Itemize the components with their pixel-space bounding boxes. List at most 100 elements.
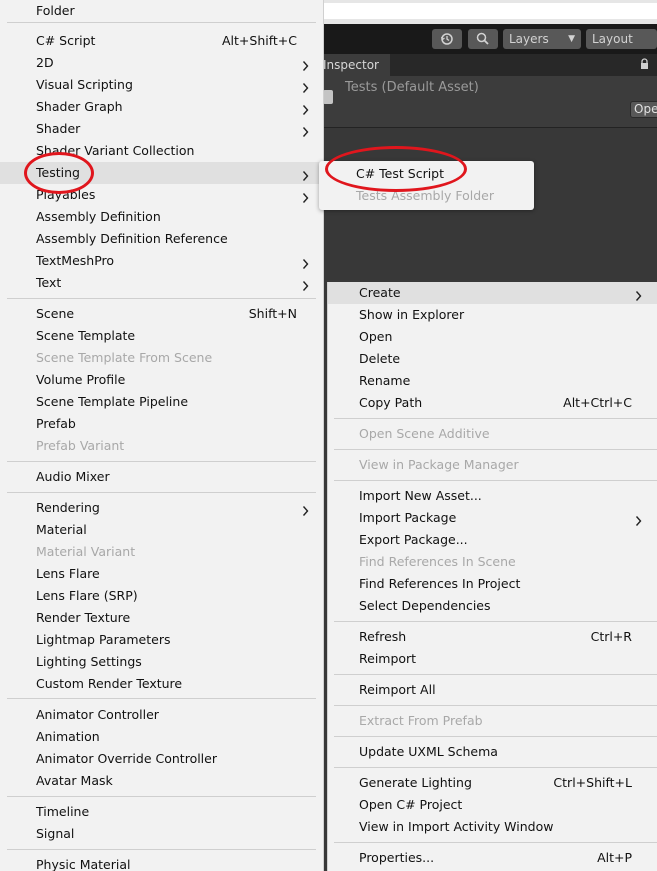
create-menu-item-label: C# Script [36, 33, 96, 48]
context-menu-item-label: View in Package Manager [359, 457, 519, 472]
create-menu-item-label: Lens Flare [36, 566, 100, 581]
create-menu-item-render-texture[interactable]: Render Texture [0, 607, 323, 629]
create-menu-item-assembly-definition-reference[interactable]: Assembly Definition Reference [0, 228, 323, 250]
context-menu-item-open-csharp-project[interactable]: Open C# Project [328, 794, 657, 816]
create-menu-item-2d[interactable]: 2D [0, 52, 323, 74]
context-menu-item-label: Create [359, 285, 401, 300]
create-menu-item-label: Custom Render Texture [36, 676, 183, 691]
create-menu-item-scene[interactable]: Scene Shift+N [0, 303, 323, 325]
context-menu-item-shortcut: Alt+P [597, 850, 632, 865]
chevron-right-icon [302, 79, 309, 93]
testing-submenu: C# Test Script Tests Assembly Folder [319, 161, 534, 210]
create-menu-item-physic-material[interactable]: Physic Material [0, 854, 323, 871]
open-button[interactable]: Ope [630, 101, 657, 118]
context-menu-item-open[interactable]: Open [328, 326, 657, 348]
create-menu-item-csharp-script[interactable]: C# Script Alt+Shift+C [0, 30, 323, 52]
create-menu-item-assembly-definition[interactable]: Assembly Definition [0, 206, 323, 228]
menu-separator [7, 22, 316, 23]
chevron-right-icon [635, 287, 642, 301]
create-menu-item-signal[interactable]: Signal [0, 823, 323, 845]
context-menu-item-properties[interactable]: Properties... Alt+P [328, 847, 657, 869]
create-menu-item-avatar-mask[interactable]: Avatar Mask [0, 770, 323, 792]
create-menu-item-shader-graph[interactable]: Shader Graph [0, 96, 323, 118]
create-menu-item-lighting-settings[interactable]: Lighting Settings [0, 651, 323, 673]
context-menu-item-label: Find References In Scene [359, 554, 516, 569]
context-menu-item-label: View in Import Activity Window [359, 819, 554, 834]
create-menu-item-scene-template-pipeline[interactable]: Scene Template Pipeline [0, 391, 323, 413]
lock-icon[interactable] [640, 58, 649, 70]
context-menu-item-export-package[interactable]: Export Package... [328, 529, 657, 551]
layout-dropdown[interactable]: Layout [586, 29, 657, 49]
create-menu-item-lightmap-parameters[interactable]: Lightmap Parameters [0, 629, 323, 651]
context-menu-item-update-uxml-schema[interactable]: Update UXML Schema [328, 741, 657, 763]
menu-separator [334, 736, 657, 737]
create-menu-item-timeline[interactable]: Timeline [0, 801, 323, 823]
context-menu-item-find-references-in-project[interactable]: Find References In Project [328, 573, 657, 595]
context-menu-item-rename[interactable]: Rename [328, 370, 657, 392]
context-menu-item-show-in-explorer[interactable]: Show in Explorer [328, 304, 657, 326]
context-menu-item-reimport[interactable]: Reimport [328, 648, 657, 670]
context-menu-item-label: Open Scene Additive [359, 426, 490, 441]
menu-separator [334, 621, 657, 622]
create-menu-item-audio-mixer[interactable]: Audio Mixer [0, 466, 323, 488]
context-menu-item-create[interactable]: Create [328, 282, 657, 304]
context-menu-item-refresh[interactable]: Refresh Ctrl+R [328, 626, 657, 648]
context-menu-item-import-package[interactable]: Import Package [328, 507, 657, 529]
create-menu-item-volume-profile[interactable]: Volume Profile [0, 369, 323, 391]
chevron-right-icon [302, 167, 309, 181]
create-menu-item-label: Scene [36, 306, 75, 321]
create-menu-item-label: 2D [36, 55, 54, 70]
chevron-right-icon [302, 57, 309, 71]
create-menu-item-prefab[interactable]: Prefab [0, 413, 323, 435]
create-menu-item-material-variant: Material Variant [0, 541, 323, 563]
history-button[interactable] [432, 29, 462, 49]
create-menu-item-label: Visual Scripting [36, 77, 133, 92]
context-menu-item-shortcut: Ctrl+R [590, 629, 632, 644]
context-menu-item-view-in-import-activity-window[interactable]: View in Import Activity Window [328, 816, 657, 838]
search-button[interactable] [468, 29, 498, 49]
create-menu-item-label: TextMeshPro [36, 253, 115, 268]
create-menu-item-animator-override-controller[interactable]: Animator Override Controller [0, 748, 323, 770]
create-menu-item-label: Shader Variant Collection [36, 143, 195, 158]
context-menu-item-label: Refresh [359, 629, 407, 644]
create-menu-item-rendering[interactable]: Rendering [0, 497, 323, 519]
menu-separator [7, 492, 316, 493]
create-menu-item-material[interactable]: Material [0, 519, 323, 541]
create-menu-item-custom-render-texture[interactable]: Custom Render Texture [0, 673, 323, 695]
create-menu-item-scene-template[interactable]: Scene Template [0, 325, 323, 347]
context-menu-item-shortcut: Alt+Ctrl+C [563, 395, 632, 410]
context-menu-item-copy-path[interactable]: Copy Path Alt+Ctrl+C [328, 392, 657, 414]
context-menu-item-label: Select Dependencies [359, 598, 491, 613]
menu-separator [334, 767, 657, 768]
testing-submenu-item-csharp-test-script[interactable]: C# Test Script [319, 163, 534, 185]
create-menu-item-testing[interactable]: Testing [0, 162, 323, 184]
asset-icon [323, 90, 333, 104]
create-menu-item-playables[interactable]: Playables [0, 184, 323, 206]
create-menu-item-label: Prefab [36, 416, 76, 431]
create-menu-item-shader-variant-collection[interactable]: Shader Variant Collection [0, 140, 323, 162]
context-menu-item-delete[interactable]: Delete [328, 348, 657, 370]
context-menu-item-label: Show in Explorer [359, 307, 465, 322]
create-menu-item-folder[interactable]: Folder [0, 0, 323, 22]
tab-inspector[interactable]: Inspector [320, 54, 390, 76]
chevron-right-icon [302, 189, 309, 203]
create-menu-item-lens-flare-srp[interactable]: Lens Flare (SRP) [0, 585, 323, 607]
create-menu-item-visual-scripting[interactable]: Visual Scripting [0, 74, 323, 96]
context-menu-item-generate-lighting[interactable]: Generate Lighting Ctrl+Shift+L [328, 772, 657, 794]
context-menu-item-select-dependencies[interactable]: Select Dependencies [328, 595, 657, 617]
context-menu-item-view-in-package-manager: View in Package Manager [328, 454, 657, 476]
create-menu-item-text[interactable]: Text [0, 272, 323, 294]
create-menu-item-animator-controller[interactable]: Animator Controller [0, 704, 323, 726]
create-menu-item-textmeshpro[interactable]: TextMeshPro [0, 250, 323, 272]
context-menu-item-import-new-asset[interactable]: Import New Asset... [328, 485, 657, 507]
context-menu-item-label: Open C# Project [359, 797, 463, 812]
inspector-title: Tests (Default Asset) [345, 80, 479, 95]
context-menu-item-reimport-all[interactable]: Reimport All [328, 679, 657, 701]
create-menu-item-shader[interactable]: Shader [0, 118, 323, 140]
create-menu-item-animation[interactable]: Animation [0, 726, 323, 748]
layers-dropdown[interactable]: Layers ▼ [503, 29, 581, 49]
create-menu-item-label: Avatar Mask [36, 773, 113, 788]
create-menu-item-lens-flare[interactable]: Lens Flare [0, 563, 323, 585]
chevron-down-icon: ▼ [568, 34, 575, 44]
create-menu-item-label: Timeline [36, 804, 90, 819]
